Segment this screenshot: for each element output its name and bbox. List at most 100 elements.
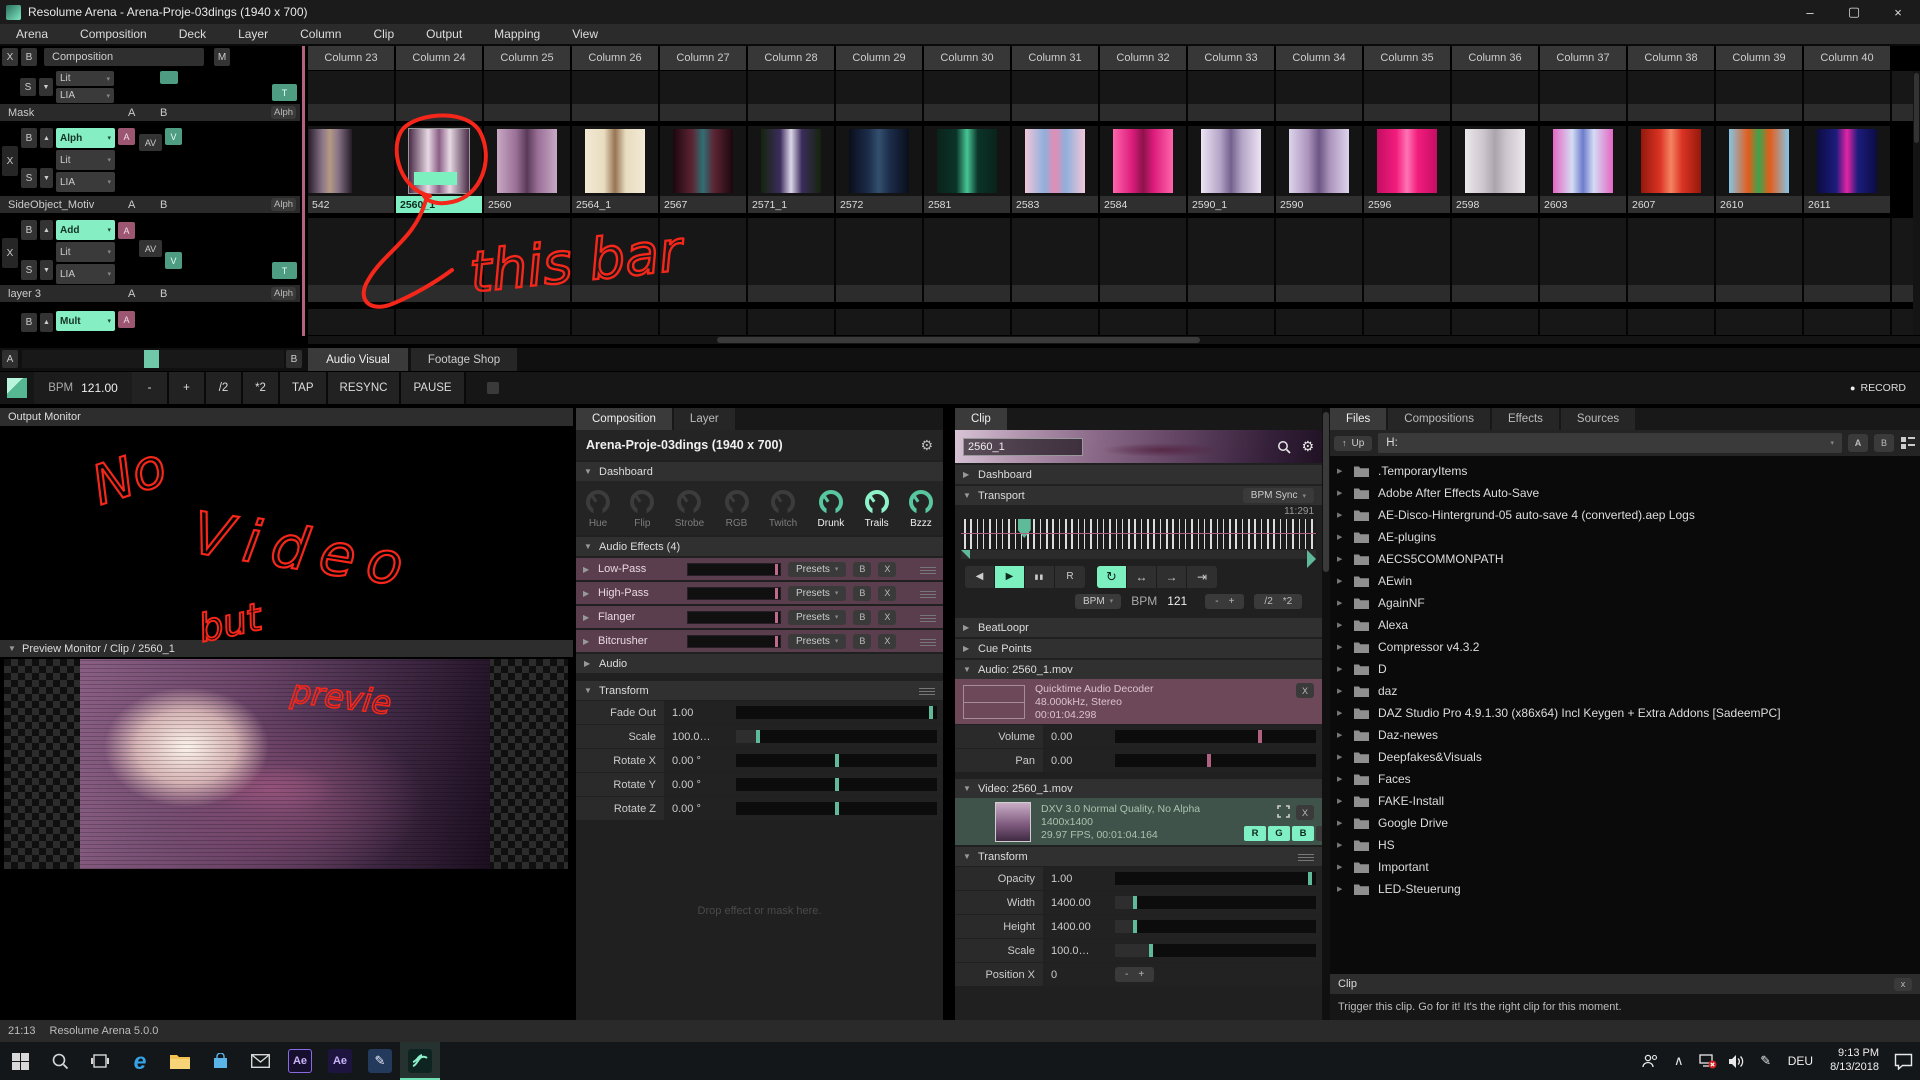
- layer-solo-button[interactable]: S: [21, 260, 37, 280]
- expand-icon[interactable]: ▶: [1337, 533, 1345, 541]
- effect-slider[interactable]: [687, 563, 781, 576]
- maximize-button[interactable]: ▢: [1832, 0, 1876, 24]
- bpm-stepper[interactable]: -+: [1205, 594, 1244, 609]
- parameter-slider[interactable]: [1115, 920, 1316, 933]
- play-backward-button[interactable]: ◀: [965, 566, 995, 588]
- column-header[interactable]: Column 33: [1188, 46, 1274, 70]
- drag-handle[interactable]: [920, 637, 936, 646]
- expand-icon[interactable]: ▶: [1337, 775, 1345, 783]
- clip-thumbnail[interactable]: [761, 129, 821, 193]
- gear-icon[interactable]: ⚙: [920, 437, 933, 454]
- expand-icon[interactable]: ▶: [1337, 863, 1345, 871]
- column-header[interactable]: Column 30: [924, 46, 1010, 70]
- tab-audio-visual[interactable]: Audio Visual: [308, 348, 408, 371]
- clip-label[interactable]: 2598: [1452, 196, 1538, 213]
- search-icon[interactable]: [1277, 440, 1291, 454]
- column-header[interactable]: Column 39: [1716, 46, 1802, 70]
- layer-alpha-chip[interactable]: Alph: [271, 287, 296, 300]
- composition-b-button[interactable]: B: [21, 48, 37, 66]
- expand-icon[interactable]: ▶: [1337, 555, 1345, 563]
- bpm-mult-buttons[interactable]: /2*2: [1254, 594, 1302, 609]
- clip-label[interactable]: 2590: [1276, 196, 1362, 213]
- parameter-slider[interactable]: [736, 802, 937, 815]
- clip-cell[interactable]: 2590: [1276, 126, 1362, 213]
- folder-name[interactable]: AECS5COMMONPATH: [1378, 552, 1504, 566]
- layer-blend-c-dropdown[interactable]: LIA▾: [56, 172, 115, 192]
- dashboard-knob[interactable]: Bzzz: [909, 490, 933, 529]
- folder-row[interactable]: ▶ Deepfakes&Visuals: [1330, 746, 1920, 768]
- layer-up-button[interactable]: ▲: [40, 220, 53, 240]
- gear-icon[interactable]: ⚙: [1301, 438, 1314, 455]
- panel-tab[interactable]: Layer: [674, 408, 735, 430]
- path-dropdown[interactable]: H:▾: [1378, 433, 1842, 453]
- presets-dropdown[interactable]: Presets▾: [788, 562, 846, 577]
- column-header[interactable]: Column 24: [396, 46, 482, 70]
- loop-range-bar[interactable]: [961, 550, 1316, 559]
- remove-button[interactable]: X: [878, 634, 896, 649]
- clip-cell[interactable]: 2567: [660, 126, 746, 213]
- clip-label[interactable]: 2596: [1364, 196, 1450, 213]
- dashboard-knob[interactable]: Strobe: [675, 490, 704, 529]
- layer-down-button[interactable]: ▼: [39, 78, 53, 96]
- menu-item[interactable]: Column: [284, 27, 357, 41]
- dashboard-knob[interactable]: Flip: [630, 490, 654, 529]
- clip-label[interactable]: 2567: [660, 196, 746, 213]
- clip-thumbnail[interactable]: [1641, 129, 1701, 193]
- drag-handle[interactable]: [1298, 852, 1314, 861]
- minimize-button[interactable]: –: [1788, 0, 1832, 24]
- layer-alpha-chip[interactable]: Alph: [271, 198, 296, 211]
- layer-blend-c-dropdown[interactable]: LIA▾: [56, 264, 115, 284]
- bypass-button[interactable]: B: [853, 634, 871, 649]
- loop-mode-button[interactable]: ↻: [1097, 566, 1127, 588]
- layer-strip-layer3[interactable]: layer 3 A B Alph: [0, 285, 300, 302]
- audio-effect-row[interactable]: ▶ High-Pass Presets▾ B X: [576, 582, 943, 604]
- layer-x-button[interactable]: X: [2, 146, 18, 176]
- remove-button[interactable]: X: [878, 586, 896, 601]
- sync-mode-dropdown[interactable]: BPM Sync▾: [1243, 488, 1314, 503]
- expand-icon[interactable]: ▶: [1337, 599, 1345, 607]
- clip-cell[interactable]: 2607: [1628, 126, 1714, 213]
- folder-name[interactable]: daz: [1378, 684, 1397, 698]
- clip-label[interactable]: 2581: [924, 196, 1010, 213]
- folder-name[interactable]: Compressor v4.3.2: [1378, 640, 1479, 654]
- expand-icon[interactable]: ▶: [1337, 819, 1345, 827]
- clip-label[interactable]: 2611: [1804, 196, 1890, 213]
- column-header[interactable]: Column 32: [1100, 46, 1186, 70]
- parameter-value[interactable]: 0.00 °: [664, 773, 730, 796]
- parameter-slider[interactable]: [1115, 944, 1316, 957]
- bpm-mode-dropdown[interactable]: BPM▾: [1075, 594, 1121, 609]
- audio-effects-section-header[interactable]: ▼ Audio Effects (4): [576, 537, 943, 556]
- clip-cell[interactable]: 2581: [924, 126, 1010, 213]
- layer-solo-button[interactable]: S: [20, 78, 36, 96]
- metronome-icon[interactable]: [7, 378, 27, 398]
- channel-button[interactable]: B: [1292, 826, 1314, 841]
- parameter-slider[interactable]: [736, 754, 937, 767]
- play-once-button[interactable]: →: [1157, 566, 1187, 588]
- menu-item[interactable]: Layer: [222, 27, 284, 41]
- record-button[interactable]: ● RECORD: [1850, 372, 1920, 404]
- clip-thumbnail[interactable]: [1729, 129, 1789, 193]
- clip-cell[interactable]: 2610: [1716, 126, 1802, 213]
- drag-handle[interactable]: [919, 686, 935, 695]
- audio-effect-row[interactable]: ▶ Flanger Presets▾ B X: [576, 606, 943, 628]
- layer-v-button[interactable]: V: [165, 252, 182, 269]
- clip-thumbnail[interactable]: [1553, 129, 1613, 193]
- presets-dropdown[interactable]: Presets▾: [788, 634, 846, 649]
- collapse-icon[interactable]: ▶: [583, 637, 591, 646]
- remove-video-button[interactable]: X: [1296, 805, 1314, 820]
- collapse-icon[interactable]: ▶: [583, 613, 591, 622]
- view-mode-icon[interactable]: [1900, 435, 1916, 451]
- audio-effect-row[interactable]: ▶ Low-Pass Presets▾ B X: [576, 558, 943, 580]
- expand-icon[interactable]: ▶: [1337, 797, 1345, 805]
- play-button[interactable]: ▶: [995, 566, 1025, 588]
- column-header[interactable]: Column 40: [1804, 46, 1890, 70]
- expand-icon[interactable]: ▶: [1337, 577, 1345, 585]
- parameter-value[interactable]: 0.00 °: [664, 749, 730, 772]
- clip-label[interactable]: 542: [308, 196, 394, 213]
- expand-icon[interactable]: ▶: [1337, 467, 1345, 475]
- menu-item[interactable]: Arena: [0, 27, 64, 41]
- collapse-icon[interactable]: ▼: [8, 644, 16, 653]
- layer-blend-dropdown[interactable]: Mult▾: [56, 311, 115, 331]
- composition-x-button[interactable]: X: [2, 48, 18, 66]
- folder-row[interactable]: ▶ Faces: [1330, 768, 1920, 790]
